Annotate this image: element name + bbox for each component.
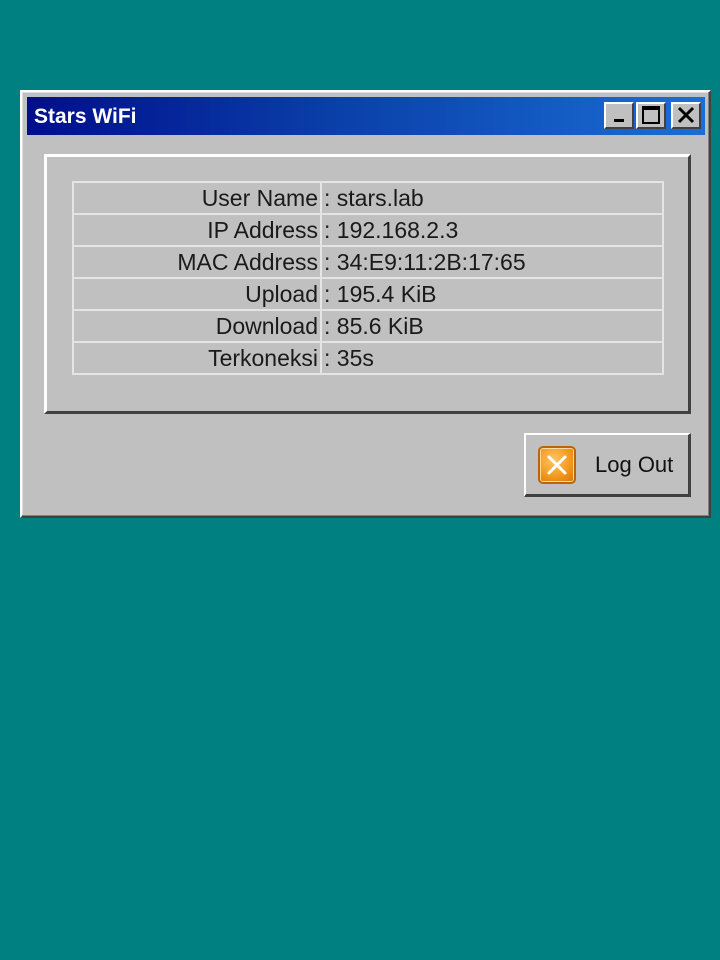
table-row: Terkoneksi : 35s	[72, 341, 664, 375]
info-value: : stars.lab	[320, 181, 664, 215]
maximize-button[interactable]	[636, 102, 666, 129]
table-row: Upload : 195.4 KiB	[72, 277, 664, 311]
info-value: : 34:E9:11:2B:17:65	[320, 245, 664, 279]
info-label: Download	[72, 309, 322, 343]
logout-label: Log Out	[595, 452, 674, 477]
info-value: : 192.168.2.3	[320, 213, 664, 247]
connection-info-panel: User Name : stars.lab IP Address : 192.1…	[44, 154, 691, 414]
table-row: User Name : stars.lab	[72, 181, 664, 215]
info-value: : 35s	[320, 341, 664, 375]
logout-button[interactable]: Log Out	[524, 433, 691, 497]
table-row: Download : 85.6 KiB	[72, 309, 664, 343]
close-button[interactable]	[671, 102, 701, 129]
minimize-button[interactable]	[604, 102, 634, 129]
window-title: Stars WiFi	[34, 105, 137, 128]
minimize-icon	[614, 119, 624, 122]
close-icon	[677, 106, 695, 124]
connection-info-table: User Name : stars.lab IP Address : 192.1…	[72, 181, 664, 375]
table-row: MAC Address : 34:E9:11:2B:17:65	[72, 245, 664, 279]
title-bar[interactable]: Stars WiFi	[27, 97, 705, 135]
maximize-icon	[642, 106, 660, 124]
info-label: IP Address	[72, 213, 322, 247]
logout-x-icon	[538, 446, 576, 484]
info-label: Upload	[72, 277, 322, 311]
info-label: User Name	[72, 181, 322, 215]
info-label: MAC Address	[72, 245, 322, 279]
info-value: : 85.6 KiB	[320, 309, 664, 343]
info-label: Terkoneksi	[72, 341, 322, 375]
info-value: : 195.4 KiB	[320, 277, 664, 311]
status-window: Stars WiFi User Name : stars.lab IP Addr…	[20, 90, 711, 518]
table-row: IP Address : 192.168.2.3	[72, 213, 664, 247]
